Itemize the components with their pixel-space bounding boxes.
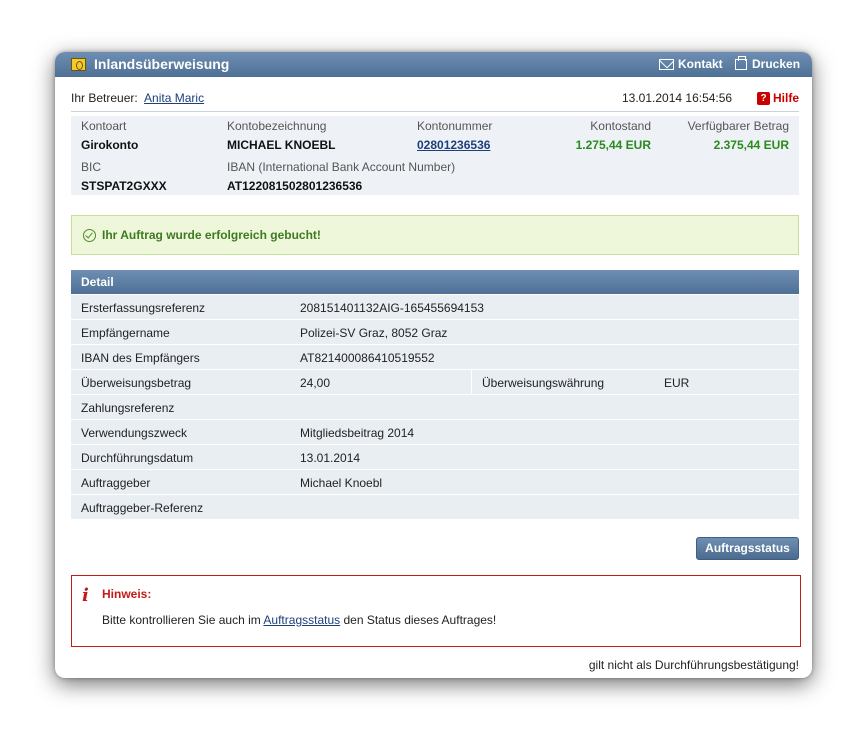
success-message-box: Ihr Auftrag wurde erfolgreich gebucht! [71,215,799,255]
advisor-label: Ihr Betreuer: [71,91,138,105]
detail-header: Detail [71,270,799,294]
detail-value: Mitgliedsbeitrag 2014 [300,426,415,440]
notice-text-before: Bitte kontrollieren Sie auch im [102,613,261,627]
success-message: Ihr Auftrag wurde erfolgreich gebucht! [102,228,321,242]
notice-text: Bitte kontrollieren Sie auch im Auftrags… [102,613,496,627]
account-type-value: Girokonto [81,138,139,152]
advisor-label-group: Ihr Betreuer: Anita Maric [71,91,204,105]
available-label: Verfügbarer Betrag [687,119,789,133]
detail-label: Auftraggeber-Referenz [81,501,204,515]
help-label: Hilfe [773,91,800,105]
available-value: 2.375,44 EUR [713,138,789,152]
detail-value: 24,00 [300,376,331,390]
detail-value: AT821400086410519552 [300,351,435,365]
advisor-name-link[interactable]: Anita Maric [144,91,204,105]
iban-label: IBAN (International Bank Account Number) [227,160,456,174]
table-row: Zahlungsreferenz [71,395,799,420]
notice-title: Hinweis: [102,587,152,601]
table-row: Verwendungszweck Mitgliedsbeitrag 2014 [71,420,799,445]
table-row: Überweisungsbetrag 24,00 Überweisungswäh… [71,370,799,395]
detail-label: Verwendungszweck [81,426,188,440]
detail-label: IBAN des Empfängers [81,351,200,365]
order-status-button[interactable]: Auftragsstatus [696,537,799,560]
detail-label: Durchführungsdatum [81,451,194,465]
mail-icon [659,58,674,70]
balance-label: Kontostand [590,119,651,133]
account-type-label: Kontoart [81,119,127,133]
detail-value: Polizei-SV Graz, 8052 Graz [300,326,448,340]
print-link[interactable]: Drucken [735,55,801,71]
account-number-link[interactable]: 02801236536 [417,138,490,152]
contact-link[interactable]: Kontakt [659,57,723,71]
help-icon: ? [757,91,770,105]
table-row: Auftraggeber Michael Knoebl [71,470,799,495]
order-status-link[interactable]: Auftragsstatus [263,613,340,627]
detail-table: Ersterfassungsreferenz 208151401132AIG-1… [71,295,799,520]
detail-label-secondary: Überweisungswährung [482,376,605,390]
detail-value-secondary: EUR [664,376,690,390]
table-row: Durchführungsdatum 13.01.2014 [71,445,799,470]
table-row: Auftraggeber-Referenz [71,495,799,520]
notice-text-after: den Status dieses Auftrages! [343,613,497,627]
account-summary: Kontoart Girokonto Kontobezeichnung MICH… [71,116,799,195]
account-name-value: MICHAEL KNOEBL [227,138,336,152]
detail-label: Empfängername [81,326,170,340]
notice-box: i Hinweis: Bitte kontrollieren Sie auch … [71,575,801,647]
detail-value: 208151401132AIG-165455694153 [300,301,484,315]
detail-label: Zahlungsreferenz [81,401,175,415]
help-link[interactable]: ? Hilfe [757,91,799,105]
window-title: Inlandsüberweisung [94,56,230,72]
balance-value: 1.275,44 EUR [575,138,651,152]
detail-value: Michael Knoebl [300,476,383,490]
timestamp: 13.01.2014 16:54:56 [622,91,733,105]
info-icon: i [82,585,89,606]
table-row: Ersterfassungsreferenz 208151401132AIG-1… [71,295,799,320]
detail-label: Ersterfassungsreferenz [81,301,206,315]
bank-transfer-icon [71,58,86,71]
title-bar: Inlandsüberweisung Kontakt Drucken [55,52,812,77]
account-name-label: Kontobezeichnung [227,119,327,133]
table-row: IBAN des Empfängers AT821400086410519552 [71,345,799,370]
table-row: Empfängername Polizei-SV Graz, 8052 Graz [71,320,799,345]
bic-value: STSPAT2GXXX [81,179,167,193]
column-divider [471,370,472,395]
transfer-window: Inlandsüberweisung Kontakt Drucken Ihr B… [55,52,812,678]
account-number-label: Kontonummer [417,119,493,133]
detail-label: Überweisungsbetrag [81,376,192,390]
footer-note: gilt nicht als Durchführungsbestätigung! [588,658,799,672]
iban-value: AT122081502801236536 [227,179,363,193]
printer-icon [735,55,747,70]
detail-value: 13.01.2014 [300,451,361,465]
bic-label: BIC [81,160,102,174]
contact-label: Kontakt [678,57,723,71]
print-label: Drucken [752,57,801,71]
advisor-row: Ihr Betreuer: Anita Maric 13.01.2014 16:… [71,90,799,112]
check-circle-icon [83,229,96,242]
detail-label: Auftraggeber [81,476,151,490]
